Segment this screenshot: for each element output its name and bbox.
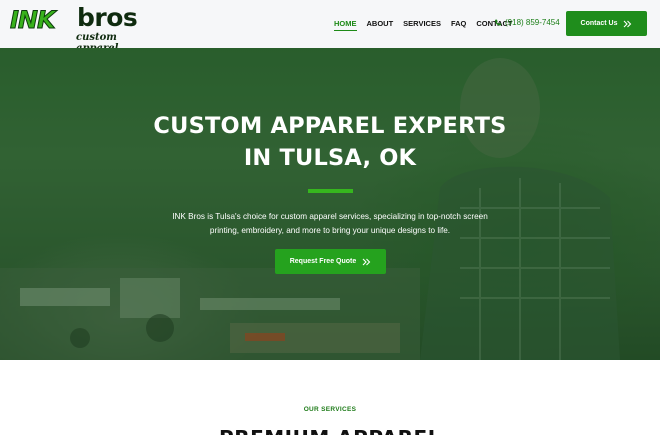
request-free-quote-button[interactable]: Request Free Quote (275, 249, 386, 274)
site-header: INK bros custom apparel HOME ABOUT SERVI… (0, 0, 660, 54)
hero-title: CUSTOM APPAREL EXPERTS IN TULSA, OK (0, 110, 660, 174)
logo-ink-text: INK (10, 6, 57, 35)
phone-link[interactable]: (918) 859-7454 (494, 18, 560, 27)
phone-number: (918) 859-7454 (505, 18, 560, 27)
phone-icon (495, 19, 501, 25)
nav-faq[interactable]: FAQ (451, 19, 466, 31)
logo-bros-text: bros (77, 3, 138, 32)
contact-us-label: Contact Us (580, 20, 618, 27)
hero-description-line-2: printing, embroidery, and more to bring … (209, 226, 451, 235)
hero-title-line-2: IN TULSA, OK (243, 145, 417, 171)
hero-section: CUSTOM APPAREL EXPERTS IN TULSA, OK INK … (0, 48, 660, 360)
services-eyebrow: OUR SERVICES (303, 406, 357, 413)
hero-title-line-1: CUSTOM APPAREL EXPERTS (153, 113, 507, 139)
nav-home[interactable]: HOME (334, 19, 357, 31)
services-title: PREMIUM APPAREL (0, 426, 660, 435)
contact-us-button[interactable]: Contact Us (566, 11, 647, 36)
ink-bros-logo[interactable]: INK bros custom apparel (10, 3, 150, 54)
hero-description-line-1: INK Bros is Tulsa's choice for custom ap… (172, 212, 488, 221)
nav-about[interactable]: ABOUT (367, 19, 394, 31)
hero-description: INK Bros is Tulsa's choice for custom ap… (155, 210, 505, 238)
double-chevron-right-icon (362, 258, 371, 265)
hero-divider (308, 189, 353, 193)
hero-green-overlay (0, 48, 660, 360)
nav-services[interactable]: SERVICES (403, 19, 441, 31)
request-free-quote-label: Request Free Quote (289, 258, 357, 265)
double-chevron-right-icon (624, 20, 632, 27)
services-section: OUR SERVICES PREMIUM APPAREL (0, 360, 660, 435)
